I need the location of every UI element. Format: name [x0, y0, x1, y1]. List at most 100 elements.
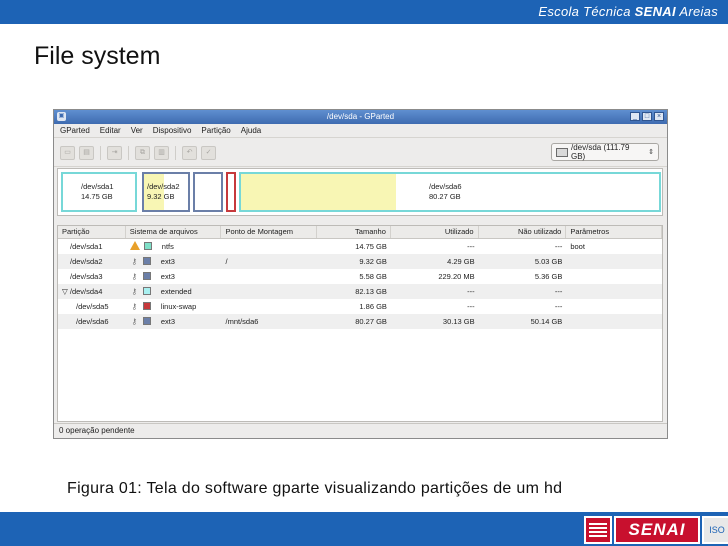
school-name: Escola Técnica SENAI Areias [538, 4, 718, 19]
toolbar-icons: ▭ ▤ ⇥ ⧉ ▥ ↶ ✓ [60, 146, 216, 160]
close-icon[interactable]: × [654, 112, 664, 121]
cell-partition: /dev/sda2 [58, 254, 126, 269]
cell-mount [221, 269, 317, 284]
toolbar-separator [100, 146, 101, 160]
column-header[interactable]: Utilizado [391, 226, 479, 238]
menu-item-partio[interactable]: Partição [201, 126, 230, 135]
disk-map: /dev/sda1 14.75 GB/dev/sda2 9.32 GB/dev/sd… [57, 168, 663, 216]
key-icon: ⚷ [131, 302, 138, 311]
cell-used: --- [467, 287, 475, 296]
menu-item-editar[interactable]: Editar [100, 126, 121, 135]
cell-filesystem: ⚷ linux-swap [126, 299, 222, 314]
fs-color-swatch [143, 242, 152, 250]
cell-size: 5.58 GB [359, 272, 387, 281]
device-selector[interactable]: /dev/sda (111.79 GB) ⇕ [551, 143, 659, 161]
menu-item-ver[interactable]: Ver [131, 126, 143, 135]
table-row[interactable]: /dev/sda6 ⚷ ext3/mnt/sda6 80.27 GB 30.13 GB 5… [58, 314, 662, 329]
cell-unused: 5.36 GB [534, 272, 563, 281]
disk-map-label: /dev/sda6 80.27 GB [429, 182, 462, 202]
resize-icon[interactable]: ⇥ [107, 146, 122, 160]
cell-unused: --- [554, 287, 563, 296]
senai-emblem-icon [584, 516, 612, 544]
disk-map-partition-size: 9.32 GB [147, 192, 175, 201]
cell-mount [221, 239, 317, 254]
disk-map-label: /dev/sda2 9.32 GB [147, 182, 180, 202]
key-icon: ⚷ [131, 257, 138, 266]
menubar: GParted Editar Ver Dispositivo Partição Ajuda [54, 124, 667, 138]
paste-icon[interactable]: ▥ [154, 146, 169, 160]
cell-partition: /dev/sda1 [58, 239, 126, 254]
cell-mount [221, 284, 317, 299]
toolbar: ▭ ▤ ⇥ ⧉ ▥ ↶ ✓ /dev/sda (111.79 GB) ⇕ [54, 138, 667, 167]
cell-mount [221, 299, 317, 314]
status-bar: 0 operação pendente [54, 423, 667, 438]
cell-size: 14.75 GB [355, 242, 387, 251]
copy-icon[interactable]: ⧉ [135, 146, 150, 160]
table-header: Partição Sistema de arquivos Ponto de Mont… [58, 226, 662, 239]
cell-size: 1.86 GB [359, 302, 387, 311]
cell-filesystem: ⚷ ext3 [126, 314, 222, 329]
cell-unused: --- [554, 242, 563, 251]
fs-color-swatch [142, 287, 151, 295]
disk-map-partition-name: /dev/sda2 [147, 182, 180, 191]
cell-flags [566, 269, 662, 284]
table-body: /dev/sda1 ntfs 14.75 GB --- --- boot/dev/sda2… [58, 239, 662, 329]
window-titlebar[interactable]: ▣ /dev/sda - GParted _ □ × [54, 110, 667, 124]
cell-size: 80.27 GB [355, 317, 387, 326]
disk-map-partition[interactable]: /dev/sda6 80.27 GB [239, 172, 661, 212]
column-header[interactable]: Não utilizado [479, 226, 567, 238]
menu-item-dispositivo[interactable]: Dispositivo [153, 126, 192, 135]
toolbar-separator [175, 146, 176, 160]
partition-name: /dev/sda5 [76, 302, 109, 311]
cell-flags [566, 284, 662, 299]
window-controls: _ □ × [630, 112, 664, 121]
partition-table: Partição Sistema de arquivos Ponto de Mont… [57, 225, 663, 422]
column-header[interactable]: Ponto de Montagem [221, 226, 318, 238]
menu-item-gparted[interactable]: GParted [60, 126, 90, 135]
apply-icon[interactable]: ✓ [201, 146, 216, 160]
school-suffix: Areias [679, 4, 718, 19]
table-row[interactable]: /dev/sda1 ntfs 14.75 GB --- --- boot [58, 239, 662, 254]
delete-icon[interactable]: ▤ [79, 146, 94, 160]
fs-type: ntfs [161, 242, 174, 251]
table-row[interactable]: /dev/sda3 ⚷ ext3 5.58 GB 229.20 MB 5.36 GB [58, 269, 662, 284]
key-icon: ⚷ [131, 287, 138, 296]
cell-flags [566, 254, 662, 269]
new-icon[interactable]: ▭ [60, 146, 75, 160]
cell-used: 4.29 GB [447, 257, 475, 266]
warning-icon [129, 241, 140, 250]
fs-color-swatch [142, 302, 151, 310]
table-row[interactable]: /dev/sda2 ⚷ ext3 / 9.32 GB 4.29 GB 5.03 GB [58, 254, 662, 269]
partition-name: /dev/sda1 [70, 242, 103, 251]
disk-map-partition[interactable]: /dev/sda1 14.75 GB [61, 172, 137, 212]
table-row[interactable]: /dev/sda5 ⚷ linux-swap 1.86 GB --- --- [58, 299, 662, 314]
column-header[interactable]: Partição [58, 226, 126, 238]
disk-map-label: /dev/sda1 14.75 GB [81, 182, 114, 202]
disk-map-partition[interactable]: /dev/sda2 9.32 GB [142, 172, 190, 212]
expander-icon[interactable]: ▽ [62, 287, 70, 296]
menu-item-ajuda[interactable]: Ajuda [241, 126, 261, 135]
key-icon: ⚷ [131, 317, 138, 326]
harddisk-icon [556, 147, 568, 157]
maximize-icon[interactable]: □ [642, 112, 652, 121]
disk-map-partition[interactable] [226, 172, 236, 212]
cell-flags [566, 299, 662, 314]
table-row[interactable]: ▽ /dev/sda4 ⚷ extended 82.13 GB --- --- [58, 284, 662, 299]
partition-name: /dev/sda3 [70, 272, 103, 281]
fs-type: ext3 [160, 272, 175, 281]
disk-map-partition-size: 80.27 GB [429, 192, 461, 201]
cell-unused: 5.03 GB [534, 257, 563, 266]
key-icon: ⚷ [131, 272, 138, 281]
column-header[interactable]: Parâmetros [566, 226, 662, 238]
fs-type: ext3 [160, 257, 175, 266]
column-header[interactable]: Tamanho [317, 226, 391, 238]
iso-badge: ISO [702, 516, 728, 544]
header-band: Escola Técnica SENAI Areias [0, 0, 728, 24]
minimize-icon[interactable]: _ [630, 112, 640, 121]
updown-chevron-icon: ⇕ [648, 149, 654, 156]
cell-filesystem: ntfs [126, 239, 222, 254]
disk-map-partition[interactable] [193, 172, 223, 212]
undo-icon[interactable]: ↶ [182, 146, 197, 160]
column-header[interactable]: Sistema de arquivos [126, 226, 222, 238]
window-title: /dev/sda - GParted [326, 112, 395, 121]
